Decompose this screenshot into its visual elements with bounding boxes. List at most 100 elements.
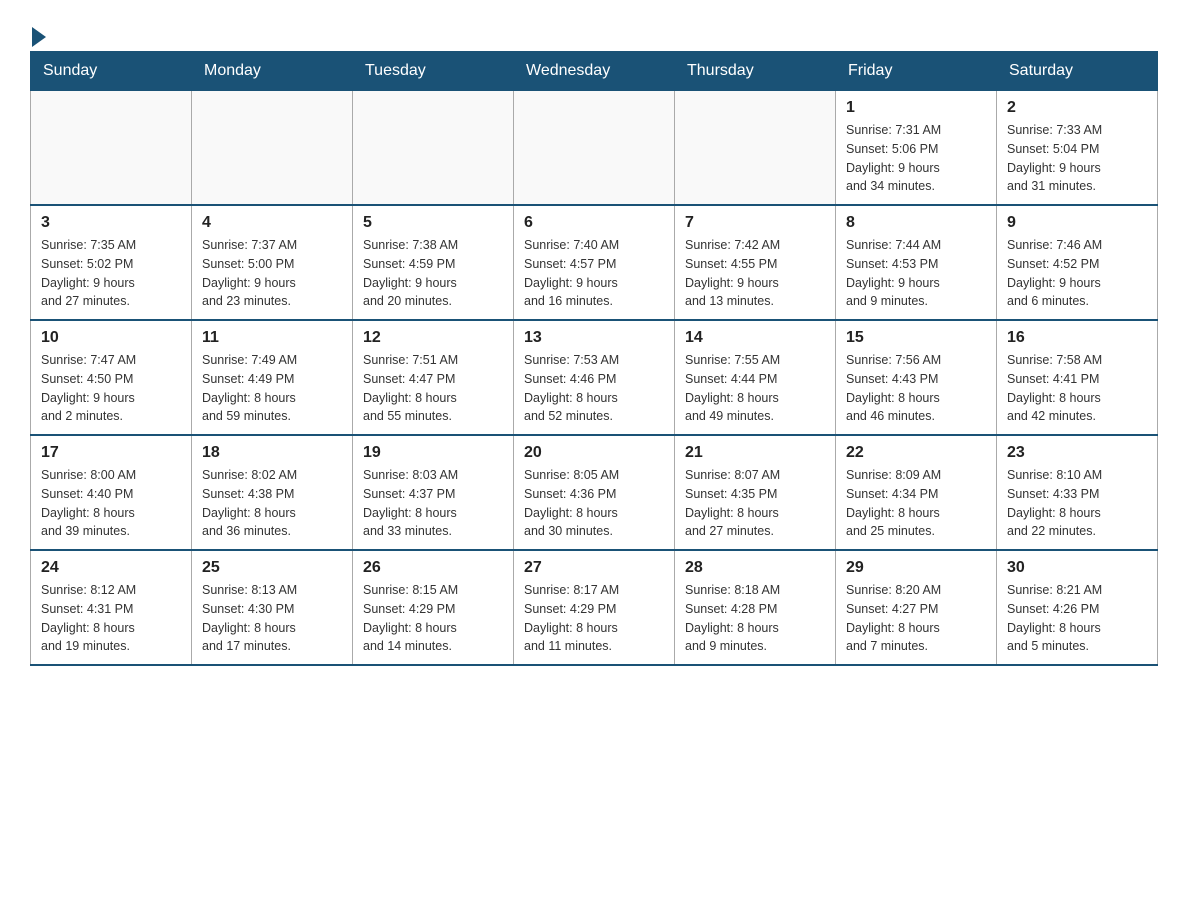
calendar-day-cell: 10 Sunrise: 7:47 AM Sunset: 4:50 PM Dayli…: [31, 320, 192, 435]
calendar-day-cell: 17 Sunrise: 8:00 AM Sunset: 4:40 PM Dayli…: [31, 435, 192, 550]
day-number: 9: [1007, 214, 1147, 232]
day-info: Sunrise: 8:07 AM Sunset: 4:35 PM Dayligh…: [685, 466, 825, 541]
day-info: Sunrise: 8:05 AM Sunset: 4:36 PM Dayligh…: [524, 466, 664, 541]
calendar-day-cell: [675, 91, 836, 206]
day-of-week-header: Monday: [192, 52, 353, 91]
logo: [30, 20, 46, 41]
day-number: 26: [363, 559, 503, 577]
day-number: 2: [1007, 99, 1147, 117]
day-info: Sunrise: 7:58 AM Sunset: 4:41 PM Dayligh…: [1007, 351, 1147, 426]
calendar-day-cell: 14 Sunrise: 7:55 AM Sunset: 4:44 PM Dayli…: [675, 320, 836, 435]
day-number: 1: [846, 99, 986, 117]
day-info: Sunrise: 7:47 AM Sunset: 4:50 PM Dayligh…: [41, 351, 181, 426]
day-number: 30: [1007, 559, 1147, 577]
day-info: Sunrise: 8:20 AM Sunset: 4:27 PM Dayligh…: [846, 581, 986, 656]
day-of-week-header: Saturday: [997, 52, 1158, 91]
day-info: Sunrise: 7:44 AM Sunset: 4:53 PM Dayligh…: [846, 236, 986, 311]
calendar-day-cell: 12 Sunrise: 7:51 AM Sunset: 4:47 PM Dayli…: [353, 320, 514, 435]
day-number: 21: [685, 444, 825, 462]
day-number: 19: [363, 444, 503, 462]
calendar-week-row: 17 Sunrise: 8:00 AM Sunset: 4:40 PM Dayli…: [31, 435, 1158, 550]
calendar-day-cell: 22 Sunrise: 8:09 AM Sunset: 4:34 PM Dayli…: [836, 435, 997, 550]
calendar-day-cell: 19 Sunrise: 8:03 AM Sunset: 4:37 PM Dayli…: [353, 435, 514, 550]
calendar-day-cell: 5Sunrise: 7:38 AM Sunset: 4:59 PM Daylig…: [353, 205, 514, 320]
day-info: Sunrise: 7:42 AM Sunset: 4:55 PM Dayligh…: [685, 236, 825, 311]
day-info: Sunrise: 8:10 AM Sunset: 4:33 PM Dayligh…: [1007, 466, 1147, 541]
calendar-day-cell: 20 Sunrise: 8:05 AM Sunset: 4:36 PM Dayli…: [514, 435, 675, 550]
day-info: Sunrise: 8:02 AM Sunset: 4:38 PM Dayligh…: [202, 466, 342, 541]
calendar-day-cell: 8 Sunrise: 7:44 AM Sunset: 4:53 PM Daylig…: [836, 205, 997, 320]
calendar-day-cell: 2 Sunrise: 7:33 AM Sunset: 5:04 PM Daylig…: [997, 91, 1158, 206]
day-info: Sunrise: 7:49 AM Sunset: 4:49 PM Dayligh…: [202, 351, 342, 426]
day-of-week-header: Friday: [836, 52, 997, 91]
day-number: 11: [202, 329, 342, 347]
calendar-week-row: 10 Sunrise: 7:47 AM Sunset: 4:50 PM Dayli…: [31, 320, 1158, 435]
calendar-day-cell: [353, 91, 514, 206]
day-number: 17: [41, 444, 181, 462]
day-info: Sunrise: 8:13 AM Sunset: 4:30 PM Dayligh…: [202, 581, 342, 656]
day-number: 4: [202, 214, 342, 232]
day-info: Sunrise: 7:55 AM Sunset: 4:44 PM Dayligh…: [685, 351, 825, 426]
calendar-day-cell: 18 Sunrise: 8:02 AM Sunset: 4:38 PM Dayli…: [192, 435, 353, 550]
calendar-day-cell: 3Sunrise: 7:35 AM Sunset: 5:02 PM Daylig…: [31, 205, 192, 320]
logo-arrow-icon: [32, 27, 46, 47]
day-of-week-header: Wednesday: [514, 52, 675, 91]
calendar-day-cell: [192, 91, 353, 206]
day-info: Sunrise: 7:40 AM Sunset: 4:57 PM Dayligh…: [524, 236, 664, 311]
day-info: Sunrise: 7:51 AM Sunset: 4:47 PM Dayligh…: [363, 351, 503, 426]
day-number: 5: [363, 214, 503, 232]
calendar-day-cell: 30Sunrise: 8:21 AM Sunset: 4:26 PM Dayli…: [997, 550, 1158, 665]
calendar-day-cell: 7 Sunrise: 7:42 AM Sunset: 4:55 PM Daylig…: [675, 205, 836, 320]
calendar-day-cell: 26 Sunrise: 8:15 AM Sunset: 4:29 PM Dayli…: [353, 550, 514, 665]
day-number: 24: [41, 559, 181, 577]
day-of-week-header: Tuesday: [353, 52, 514, 91]
day-info: Sunrise: 8:09 AM Sunset: 4:34 PM Dayligh…: [846, 466, 986, 541]
day-number: 7: [685, 214, 825, 232]
day-number: 3: [41, 214, 181, 232]
calendar-day-cell: [514, 91, 675, 206]
calendar-day-cell: 23 Sunrise: 8:10 AM Sunset: 4:33 PM Dayli…: [997, 435, 1158, 550]
calendar-day-cell: 24Sunrise: 8:12 AM Sunset: 4:31 PM Dayli…: [31, 550, 192, 665]
day-info: Sunrise: 8:15 AM Sunset: 4:29 PM Dayligh…: [363, 581, 503, 656]
day-number: 15: [846, 329, 986, 347]
calendar-day-cell: 28 Sunrise: 8:18 AM Sunset: 4:28 PM Dayli…: [675, 550, 836, 665]
day-number: 23: [1007, 444, 1147, 462]
day-number: 20: [524, 444, 664, 462]
calendar-header-row: SundayMondayTuesdayWednesdayThursdayFrid…: [31, 52, 1158, 91]
page-header: [30, 20, 1158, 41]
day-info: Sunrise: 8:00 AM Sunset: 4:40 PM Dayligh…: [41, 466, 181, 541]
calendar-day-cell: 11 Sunrise: 7:49 AM Sunset: 4:49 PM Dayli…: [192, 320, 353, 435]
day-info: Sunrise: 7:53 AM Sunset: 4:46 PM Dayligh…: [524, 351, 664, 426]
calendar-table: SundayMondayTuesdayWednesdayThursdayFrid…: [30, 51, 1158, 666]
day-number: 6: [524, 214, 664, 232]
calendar-day-cell: 6 Sunrise: 7:40 AM Sunset: 4:57 PM Daylig…: [514, 205, 675, 320]
calendar-day-cell: 29 Sunrise: 8:20 AM Sunset: 4:27 PM Dayli…: [836, 550, 997, 665]
calendar-week-row: 24Sunrise: 8:12 AM Sunset: 4:31 PM Dayli…: [31, 550, 1158, 665]
calendar-day-cell: 4Sunrise: 7:37 AM Sunset: 5:00 PM Daylig…: [192, 205, 353, 320]
calendar-day-cell: 27Sunrise: 8:17 AM Sunset: 4:29 PM Dayli…: [514, 550, 675, 665]
day-number: 13: [524, 329, 664, 347]
day-info: Sunrise: 7:46 AM Sunset: 4:52 PM Dayligh…: [1007, 236, 1147, 311]
day-number: 10: [41, 329, 181, 347]
day-number: 28: [685, 559, 825, 577]
day-number: 8: [846, 214, 986, 232]
day-number: 12: [363, 329, 503, 347]
day-info: Sunrise: 8:03 AM Sunset: 4:37 PM Dayligh…: [363, 466, 503, 541]
day-number: 22: [846, 444, 986, 462]
day-info: Sunrise: 7:56 AM Sunset: 4:43 PM Dayligh…: [846, 351, 986, 426]
calendar-day-cell: [31, 91, 192, 206]
day-number: 29: [846, 559, 986, 577]
day-number: 25: [202, 559, 342, 577]
calendar-day-cell: 21 Sunrise: 8:07 AM Sunset: 4:35 PM Dayli…: [675, 435, 836, 550]
calendar-day-cell: 15 Sunrise: 7:56 AM Sunset: 4:43 PM Dayli…: [836, 320, 997, 435]
day-number: 14: [685, 329, 825, 347]
calendar-day-cell: 13 Sunrise: 7:53 AM Sunset: 4:46 PM Dayli…: [514, 320, 675, 435]
calendar-day-cell: 25 Sunrise: 8:13 AM Sunset: 4:30 PM Dayli…: [192, 550, 353, 665]
day-of-week-header: Thursday: [675, 52, 836, 91]
day-info: Sunrise: 8:18 AM Sunset: 4:28 PM Dayligh…: [685, 581, 825, 656]
day-info: Sunrise: 7:33 AM Sunset: 5:04 PM Dayligh…: [1007, 121, 1147, 196]
calendar-week-row: 1Sunrise: 7:31 AM Sunset: 5:06 PM Daylig…: [31, 91, 1158, 206]
day-number: 16: [1007, 329, 1147, 347]
calendar-day-cell: 9 Sunrise: 7:46 AM Sunset: 4:52 PM Daylig…: [997, 205, 1158, 320]
day-number: 18: [202, 444, 342, 462]
